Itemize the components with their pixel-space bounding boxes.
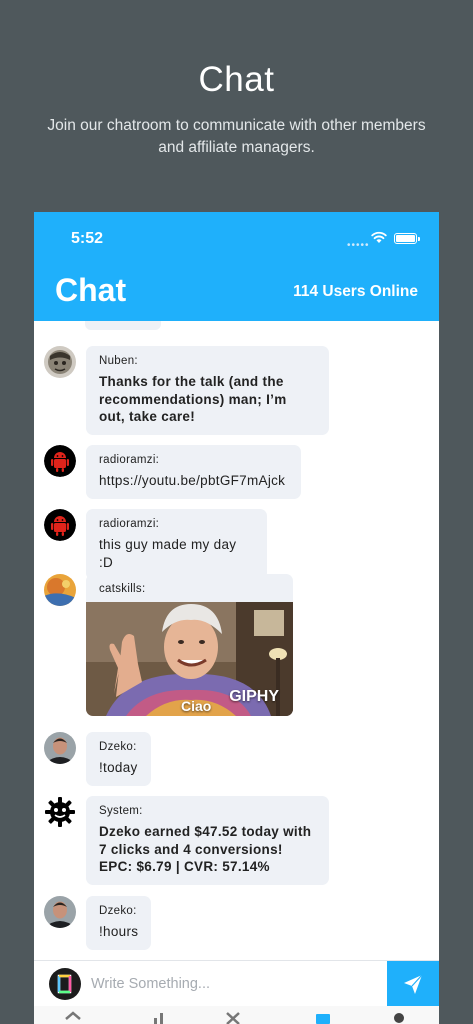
message-bubble: radioramzi: https://youtu.be/pbtGF7mAjck	[86, 445, 301, 499]
message-username: radioramzi:	[99, 518, 160, 530]
avatar[interactable]	[44, 896, 76, 928]
previous-message-bubble	[85, 321, 161, 330]
promo-title: Chat	[198, 60, 275, 99]
tab-bar	[34, 1006, 439, 1024]
send-icon	[404, 974, 423, 994]
message-username: Dzeko:	[99, 905, 137, 917]
app-header: 5:52 ••••• Chat 114 Users Online	[34, 212, 439, 321]
message-bubble: Dzeko: !hours	[86, 896, 151, 950]
home-icon[interactable]	[64, 1010, 82, 1024]
message-username: catskills:	[99, 583, 146, 595]
message-list[interactable]: Nuben: Thanks for the talk (and the reco…	[34, 321, 439, 961]
gif-caption: Ciao	[181, 698, 212, 714]
message-bubble: Dzeko: !today	[86, 732, 151, 786]
attachment-icon[interactable]	[49, 968, 81, 1000]
message-text: !hours	[99, 924, 139, 939]
message-bubble: System: Dzeko earned $47.52 today with 7…	[86, 796, 329, 885]
message-text: Dzeko earned $47.52 today with 7 clicks …	[99, 824, 312, 874]
status-time: 5:52	[71, 230, 104, 247]
message-username: System:	[99, 805, 143, 817]
send-button[interactable]	[387, 961, 439, 1007]
message-text: Thanks for the talk (and the recommendat…	[99, 374, 287, 424]
chat-icon[interactable]	[314, 1010, 332, 1024]
giphy-logo: GIPHY	[229, 688, 279, 705]
message-text: this guy made my day :D	[99, 537, 237, 570]
battery-icon	[394, 233, 420, 244]
message-composer	[34, 960, 439, 1007]
tools-icon[interactable]	[224, 1010, 242, 1024]
avatar[interactable]	[44, 574, 76, 606]
avatar[interactable]	[44, 445, 76, 477]
avatar[interactable]	[44, 346, 76, 378]
gif-image[interactable]: Ciao GIPHY	[86, 602, 293, 716]
message-input[interactable]	[91, 969, 381, 999]
message-link[interactable]: https://youtu.be/pbtGF7mAjck	[99, 472, 288, 490]
message-username: radioramzi:	[99, 454, 160, 466]
avatar[interactable]	[44, 732, 76, 764]
wifi-icon	[371, 231, 387, 243]
system-gear-icon	[44, 796, 76, 828]
message-text: !today	[99, 760, 138, 775]
online-count: 114 Users Online	[293, 283, 418, 300]
phone-screen: 5:52 ••••• Chat 114 Users Online Nuben: …	[34, 212, 439, 1024]
chat-title: Chat	[55, 272, 127, 308]
message-bubble: Nuben: Thanks for the talk (and the reco…	[86, 346, 329, 435]
message-bubble: catskills: Ciao GIPHY	[86, 574, 293, 716]
profile-icon[interactable]	[390, 1010, 408, 1024]
message-username: Nuben:	[99, 355, 138, 367]
promo-subtitle: Join our chatroom to communicate with ot…	[47, 117, 426, 156]
avatar[interactable]	[44, 509, 76, 541]
signal-icon: •••••	[347, 240, 370, 251]
message-bubble: radioramzi: this guy made my day :D	[86, 509, 267, 580]
chart-icon[interactable]	[150, 1010, 168, 1024]
message-username: Dzeko:	[99, 741, 137, 753]
